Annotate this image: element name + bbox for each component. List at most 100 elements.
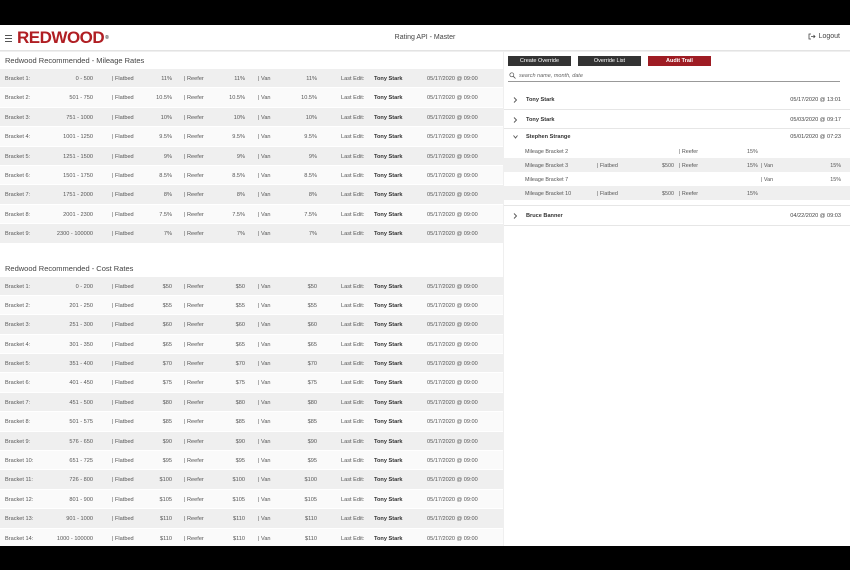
reefer-value: 9% — [236, 153, 245, 160]
audit-entry[interactable]: Tony Stark 05/17/2020 @ 13:01 — [504, 90, 850, 110]
chevron-right-icon[interactable] — [513, 97, 518, 103]
chevron-down-icon[interactable] — [513, 134, 518, 140]
reefer-value: $65 — [235, 341, 245, 348]
flatbed-value: 9.5% — [159, 134, 172, 141]
detail-reefer-value: 15% — [747, 190, 758, 197]
reefer-label: | Reefer — [184, 419, 204, 426]
audit-entry[interactable]: Stephen Strange 05/01/2020 @ 07:23 — [504, 129, 850, 144]
last-edit-date: 05/17/2020 @ 09:00 — [427, 153, 478, 160]
detail-reefer-label: | Reefer — [679, 162, 699, 169]
bracket-range: 401 - 450 — [69, 380, 93, 387]
audit-user: Bruce Banner — [526, 213, 563, 219]
flatbed-value: 7% — [163, 231, 172, 238]
flatbed-value: 10.5% — [156, 95, 172, 102]
rate-row: Bracket 4: 301 - 350 | Flatbed $65 | Reefer $… — [0, 334, 503, 355]
bracket-range: 451 - 500 — [69, 399, 93, 406]
audit-entry[interactable]: Tony Stark 05/03/2020 @ 09:17 — [504, 110, 850, 129]
last-edit-date: 05/17/2020 @ 09:00 — [427, 341, 478, 348]
bracket-label: Bracket 2: — [5, 95, 31, 102]
van-label: | Van — [258, 535, 271, 542]
logout-button[interactable]: Logout — [808, 33, 840, 40]
flatbed-value: $105 — [159, 496, 172, 503]
flatbed-label: | Flatbed — [112, 341, 134, 348]
bracket-label: Bracket 6: — [5, 380, 31, 387]
audit-trail-button[interactable]: Audit Trail — [648, 56, 711, 66]
last-edit-label: Last Edit: — [341, 172, 365, 179]
flatbed-value: $55 — [162, 302, 172, 309]
bracket-range: 301 - 350 — [69, 341, 93, 348]
create-override-button[interactable]: Create Override — [508, 56, 571, 66]
last-editor: Tony Stark — [374, 283, 403, 290]
van-value: $105 — [304, 496, 317, 503]
last-edit-date: 05/17/2020 @ 09:00 — [427, 114, 478, 121]
last-edit-date: 05/17/2020 @ 09:00 — [427, 76, 478, 82]
cost-rates-title: Redwood Recommended - Cost Rates — [0, 259, 503, 277]
audit-entry[interactable]: Bruce Banner 04/22/2020 @ 09:03 — [504, 206, 850, 226]
flatbed-value: $110 — [159, 516, 172, 523]
detail-flatbed-value: $500 — [662, 162, 674, 169]
last-editor: Tony Stark — [374, 192, 403, 199]
van-value: $75 — [307, 380, 317, 387]
van-label: | Van — [258, 380, 271, 387]
flatbed-label: | Flatbed — [112, 211, 134, 218]
van-value: $55 — [307, 302, 317, 309]
override-list-button[interactable]: Override List — [578, 56, 641, 66]
audit-trail-list: Tony Stark 05/17/2020 @ 13:01 Tony Stark 05… — [504, 90, 850, 226]
detail-reefer-value: 15% — [747, 148, 758, 155]
reefer-value: $90 — [235, 438, 245, 445]
van-value: 7.5% — [304, 211, 317, 218]
reefer-value: $100 — [232, 477, 245, 484]
flatbed-label: | Flatbed — [112, 535, 134, 542]
last-edit-label: Last Edit: — [341, 134, 365, 141]
bracket-label: Bracket 11: — [5, 477, 33, 484]
flatbed-value: $75 — [162, 380, 172, 387]
chevron-right-icon[interactable] — [513, 213, 518, 219]
bracket-range: 651 - 725 — [69, 458, 93, 465]
action-buttons: Create Override Override List Audit Trai… — [508, 56, 718, 66]
reefer-value: $110 — [232, 516, 245, 523]
reefer-label: | Reefer — [184, 477, 204, 484]
last-edit-label: Last Edit: — [341, 380, 365, 387]
last-edit-label: Last Edit: — [341, 76, 365, 82]
reefer-label: | Reefer — [184, 399, 204, 406]
reefer-label: | Reefer — [184, 231, 204, 238]
search-input[interactable] — [519, 71, 839, 81]
reefer-label: | Reefer — [184, 341, 204, 348]
rates-panel: Redwood Recommended - Mileage Rates Brac… — [0, 52, 503, 546]
search-icon — [509, 72, 516, 79]
rate-row: Bracket 7: 1751 - 2000 | Flatbed 8% | Reefer… — [0, 185, 503, 205]
last-editor: Tony Stark — [374, 535, 403, 542]
van-value: 9% — [308, 153, 317, 160]
bracket-label: Bracket 6: — [5, 172, 31, 179]
chevron-right-icon[interactable] — [513, 116, 518, 123]
reefer-label: | Reefer — [184, 438, 204, 445]
bracket-label: Bracket 4: — [5, 341, 31, 348]
van-value: 11% — [306, 76, 317, 82]
rate-row: Bracket 5: 1251 - 1500 | Flatbed 9% | Reefer… — [0, 146, 503, 166]
flatbed-label: | Flatbed — [112, 380, 134, 387]
last-editor: Tony Stark — [374, 302, 403, 309]
reefer-label: | Reefer — [184, 535, 204, 542]
reefer-label: | Reefer — [184, 153, 204, 160]
van-label: | Van — [258, 477, 271, 484]
bracket-range: 1501 - 1750 — [63, 172, 93, 179]
reefer-label: | Reefer — [184, 380, 204, 387]
van-label: | Van — [258, 95, 271, 102]
rate-row: Bracket 1: 0 - 500 | Flatbed 11% | Reefer 11%… — [0, 69, 503, 89]
van-value: 9.5% — [304, 134, 317, 141]
van-label: | Van — [258, 114, 271, 121]
flatbed-label: | Flatbed — [112, 114, 134, 121]
reefer-value: 10.5% — [229, 95, 245, 102]
audit-user: Stephen Strange — [526, 134, 571, 140]
last-edit-label: Last Edit: — [341, 361, 365, 368]
flatbed-label: | Flatbed — [112, 283, 134, 290]
search-bar — [508, 70, 840, 82]
van-label: | Van — [258, 458, 271, 465]
reefer-label: | Reefer — [184, 302, 204, 309]
reefer-value: 7% — [236, 231, 245, 238]
reefer-value: $60 — [235, 322, 245, 329]
last-edit-label: Last Edit: — [341, 192, 365, 199]
van-label: | Van — [258, 211, 271, 218]
bracket-label: Bracket 14: — [5, 535, 34, 542]
flatbed-value: $95 — [162, 458, 172, 465]
